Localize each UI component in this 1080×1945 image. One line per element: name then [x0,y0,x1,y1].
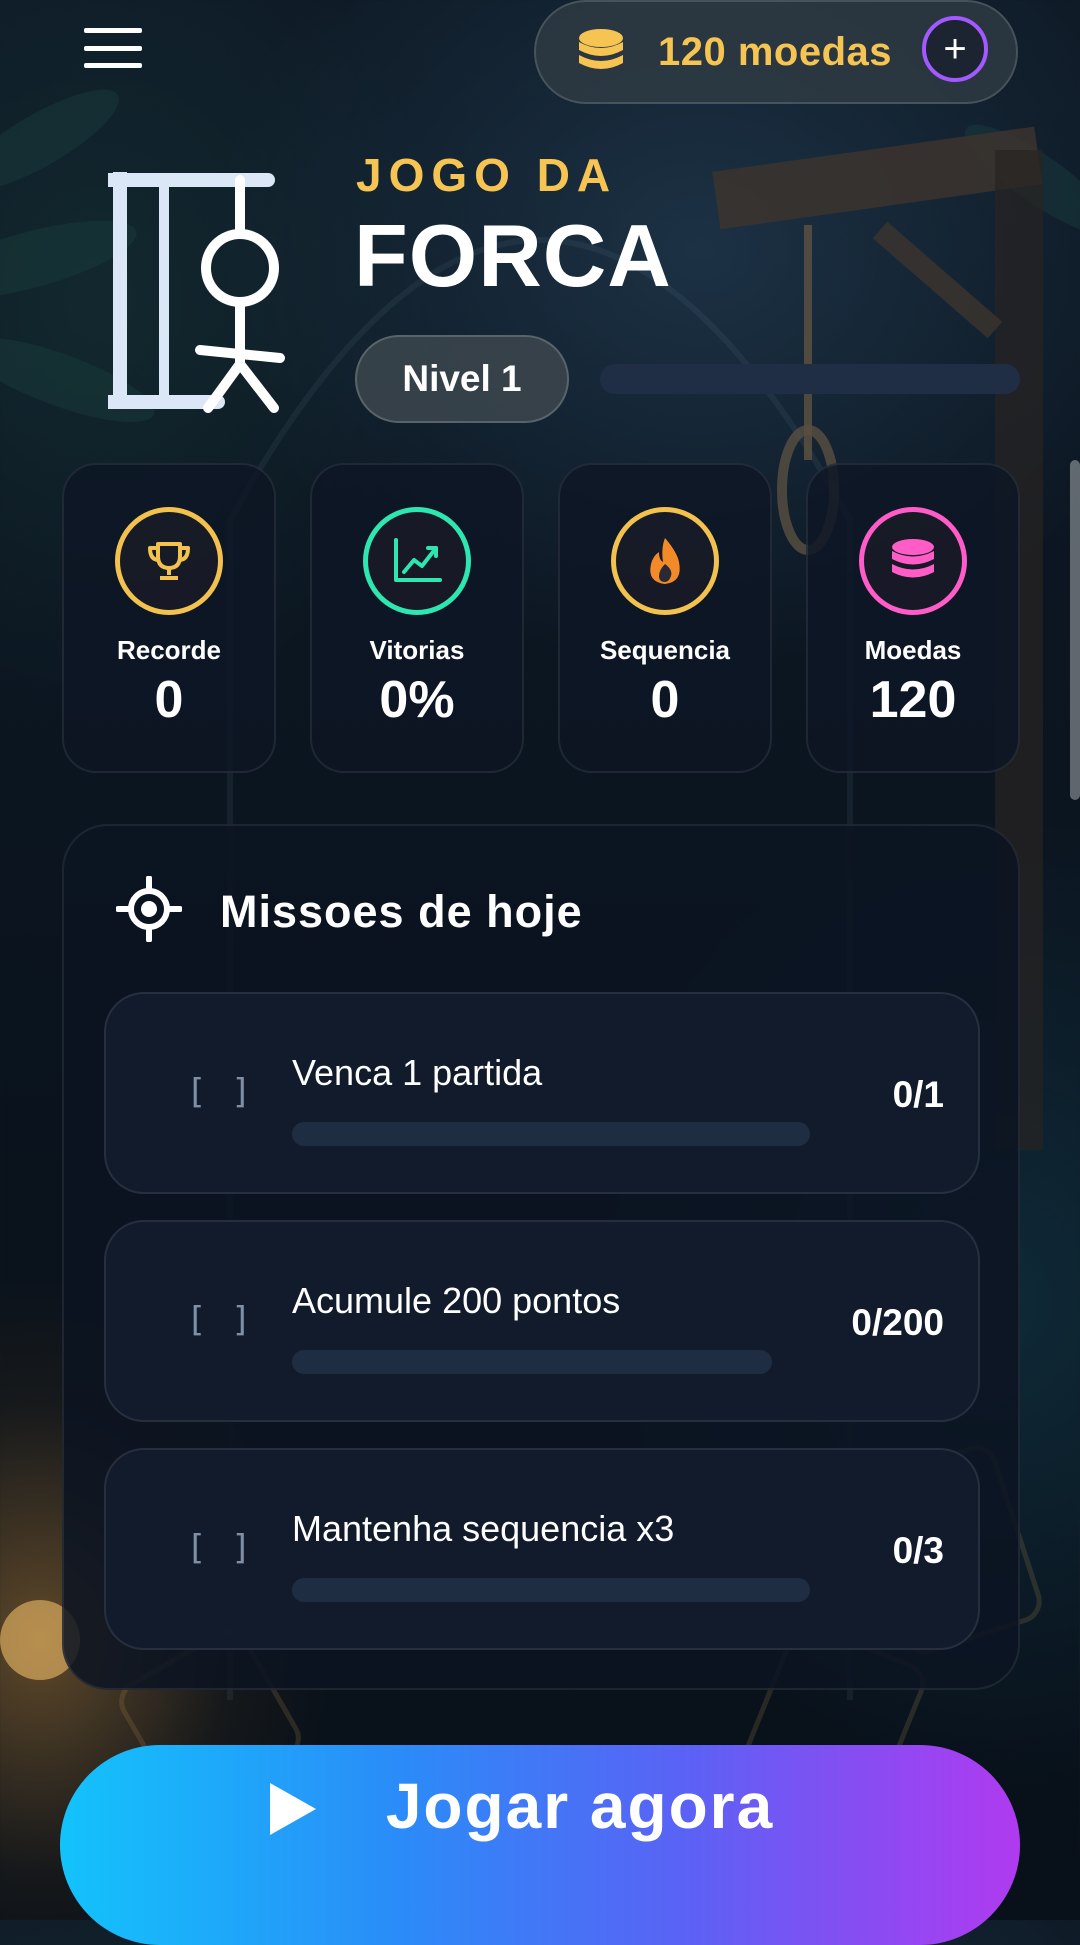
plus-icon: + [943,27,967,71]
hamburger-menu-icon[interactable] [84,28,142,68]
coin-balance-pill[interactable]: 120 moedas + [534,0,1018,104]
mission-item[interactable]: [ ] Venca 1 partida 0/1 [104,992,980,1194]
stat-value: 0% [379,671,455,729]
mission-progress-bar [292,1122,810,1146]
mission-progress-count: 0/3 [892,1530,944,1571]
play-icon [269,1783,316,1835]
add-coins-button[interactable]: + [922,16,988,82]
trophy-icon [148,542,190,580]
mission-checkbox[interactable]: [ ] [186,1528,253,1568]
stat-ring [363,507,471,615]
mission-progress-count: 0/1 [892,1074,944,1115]
mission-progress-bar [292,1350,772,1374]
game-title: FORCA [354,206,672,305]
mission-progress-count: 0/200 [851,1302,944,1343]
stat-card-moedas: Moedas 120 [806,463,1020,773]
level-badge: Nivel 1 [355,335,569,423]
mission-item[interactable]: [ ] Acumule 200 pontos 0/200 [104,1220,980,1422]
missions-heading: Missoes de hoje [220,886,583,937]
target-icon [116,876,182,942]
stat-card-sequencia: Sequencia 0 [558,463,772,773]
stat-label: Vitorias [369,635,465,665]
mission-checkbox[interactable]: [ ] [186,1300,253,1340]
play-now-label: Jogar agora [385,1770,775,1842]
coin-stack-icon [892,539,934,578]
menu-line [84,45,142,51]
stat-value: 0 [650,671,680,729]
level-progress-bar [600,364,1020,394]
scrollbar-thumb[interactable] [1070,460,1080,800]
stat-card-vitorias: Vitorias 0% [310,463,524,773]
mission-title: Mantenha sequencia x3 [292,1508,675,1549]
menu-line [84,63,142,68]
stat-card-recorde: Recorde 0 [62,463,276,773]
mission-progress-bar [292,1578,810,1602]
flame-icon [650,538,680,584]
hangman-gallows-icon [108,172,285,413]
menu-line [84,28,142,33]
mission-title: Acumule 200 pontos [292,1280,621,1321]
stat-value: 120 [869,671,957,729]
mission-title: Venca 1 partida [292,1052,543,1093]
stat-value: 0 [154,671,184,729]
stats-row: Recorde 0 Vitorias 0% Sequencia 0 Moedas… [62,463,1020,773]
stat-label: Sequencia [599,635,731,665]
mission-item[interactable]: [ ] Mantenha sequencia x3 0/3 [104,1448,980,1650]
play-now-button[interactable]: Jogar agora [60,1745,1020,1945]
stat-ring [859,507,967,615]
stat-ring [115,507,223,615]
stat-label: Recorde [116,635,222,665]
coin-stack-icon [579,29,623,69]
mission-checkbox[interactable]: [ ] [186,1072,253,1112]
chart-up-icon [394,538,442,582]
daily-missions-panel: Missoes de hoje [ ] Venca 1 partida 0/1 … [62,824,1020,1690]
game-title-prefix: JOGO DA [356,149,618,201]
stat-label: Moedas [864,635,962,665]
stat-ring [611,507,719,615]
coin-balance-label: 120 moedas [658,29,893,74]
